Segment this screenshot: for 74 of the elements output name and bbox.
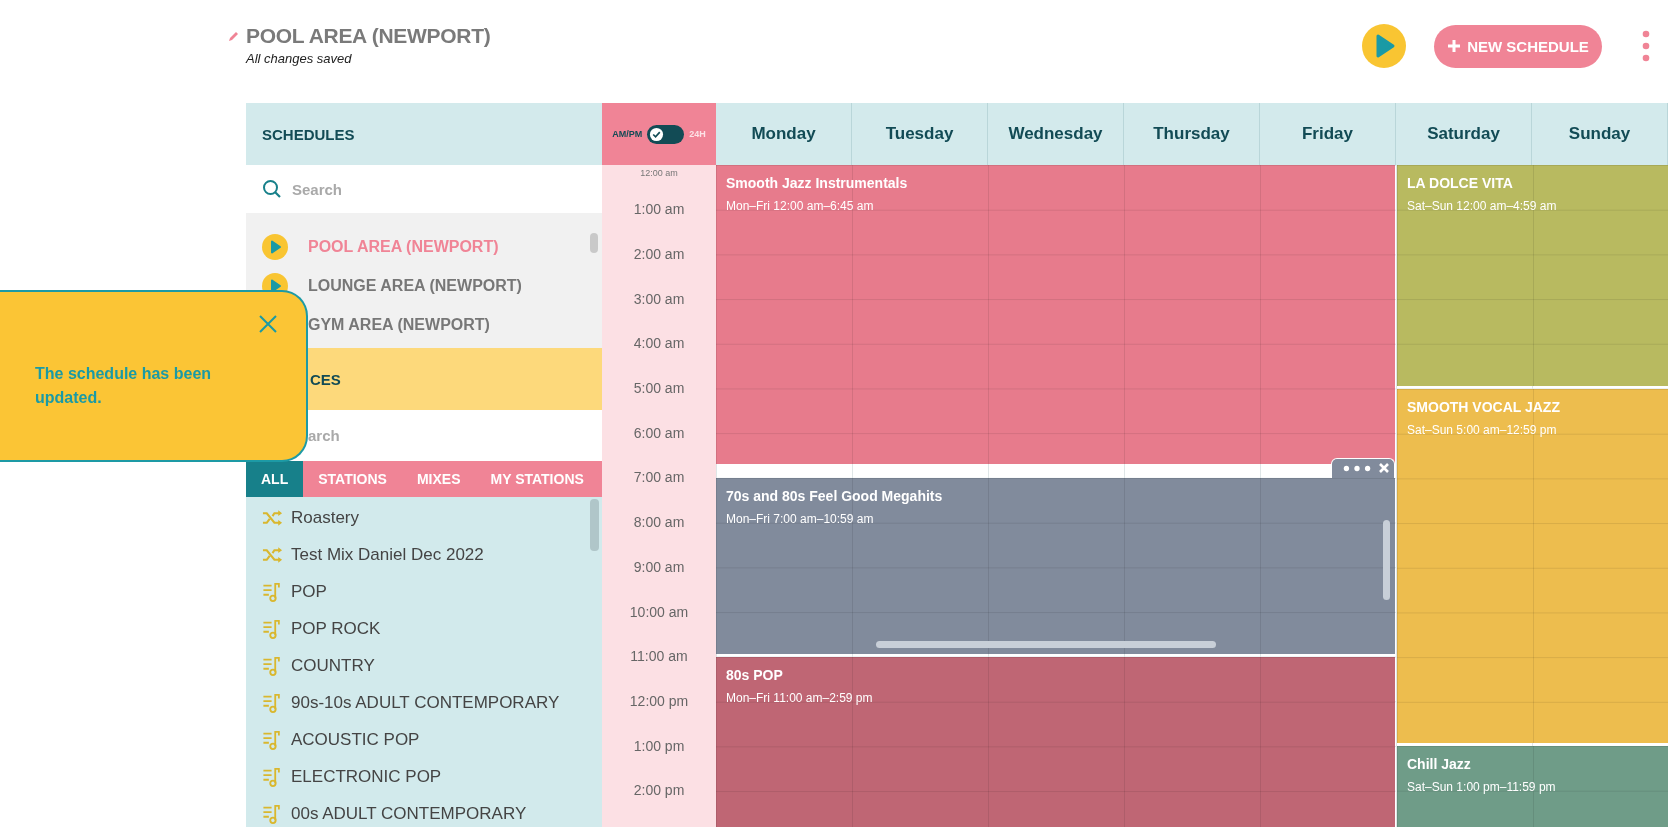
event-title: LA DOLCE VITA — [1407, 175, 1514, 191]
playlist-icon — [262, 581, 283, 602]
playlist-icon — [262, 803, 283, 824]
time-format-toggle[interactable] — [647, 124, 685, 144]
time-label: 11:00 am — [630, 648, 688, 665]
scrollbar[interactable] — [590, 499, 599, 551]
am-pm-label: AM/PM — [612, 129, 643, 139]
event-time: Sat–Sun 5:00 am–12:59 pm — [1407, 422, 1558, 437]
sources-heading: CES — [310, 370, 341, 388]
playlist-icon — [262, 655, 283, 676]
play-icon[interactable] — [1362, 24, 1406, 68]
plus-icon — [1447, 39, 1462, 53]
search-icon — [262, 179, 282, 199]
playlist-icon — [262, 692, 283, 713]
time-label: 2:00 pm — [633, 782, 685, 799]
source-item[interactable]: 90s-10s ADULT CONTEMPORARY — [246, 684, 602, 721]
time-label: 7:00 am — [633, 469, 685, 486]
source-item[interactable]: 00s ADULT CONTEMPORARY — [246, 795, 602, 827]
schedule-event[interactable]: Chill Jazz Sat–Sun 1:00 pm–11:59 pm — [1397, 746, 1668, 827]
event-title: SMOOTH VOCAL JAZZ — [1407, 398, 1561, 415]
schedule-event[interactable]: LA DOLCE VITA Sat–Sun 12:00 am–4:59 am — [1397, 165, 1668, 386]
source-item[interactable]: ACOUSTIC POP — [246, 721, 602, 758]
more-icon[interactable] — [1342, 463, 1372, 473]
schedule-event[interactable]: Smooth Jazz Instrumentals Mon–Fri 12:00 am–6:45 am — [716, 165, 1395, 464]
scrollbar[interactable] — [590, 233, 598, 253]
time-label: 3:00 am — [633, 290, 685, 307]
schedule-item[interactable]: POOL AREA (NEWPORT) — [246, 227, 602, 266]
time-label: 12:00 am — [640, 168, 678, 178]
24h-label: 24H — [689, 129, 706, 139]
schedule-title: POOL AREA (NEWPORT) — [246, 24, 491, 48]
event-title: Smooth Jazz Instrumentals — [726, 175, 909, 191]
time-label: 10:00 am — [629, 603, 689, 620]
time-label: 4:00 am — [633, 335, 685, 352]
time-label: 2:00 am — [633, 246, 685, 263]
source-tab[interactable]: ALL — [246, 461, 304, 497]
source-item[interactable]: ELECTRONIC POP — [246, 758, 602, 795]
schedule-event[interactable]: 80s POP Mon–Fri 11:00 am–2:59 pm — [716, 656, 1395, 827]
toast-message: The schedule has been updated. — [35, 364, 213, 408]
source-item[interactable]: Roastery — [246, 499, 602, 536]
event-time: Mon–Fri 7:00 am–10:59 am — [726, 511, 875, 526]
event-time: Sat–Sun 12:00 am–4:59 am — [1407, 199, 1558, 213]
time-label: 8:00 am — [633, 514, 685, 531]
schedule-search-field[interactable]: Search — [290, 179, 494, 199]
scrollbar[interactable] — [1383, 519, 1390, 600]
playlist-icon — [262, 618, 283, 639]
play-icon[interactable] — [262, 233, 288, 260]
check-icon — [649, 126, 665, 142]
new-schedule-button[interactable]: NEW SCHEDULE — [1434, 24, 1602, 68]
more-menu-icon[interactable] — [1642, 30, 1650, 62]
time-label: 5:00 am — [633, 380, 685, 397]
event-time: Mon–Fri 12:00 am–6:45 am — [726, 199, 875, 213]
time-label: 9:00 am — [633, 558, 685, 575]
time-label: 6:00 am — [633, 424, 685, 441]
pencil-icon[interactable] — [228, 30, 240, 42]
source-item[interactable]: POP ROCK — [246, 610, 602, 647]
source-item[interactable]: Test Mix Daniel Dec 2022 — [246, 536, 602, 573]
time-label: 1:00 am — [633, 201, 685, 218]
playlist-icon — [262, 766, 283, 787]
event-time: Sat–Sun 1:00 pm–11:59 pm — [1407, 780, 1557, 795]
close-icon[interactable] — [258, 314, 278, 334]
schedule-event[interactable]: 70s and 80s Feel Good Megahits Mon–Fri 7:00 am–10:59 am — [716, 477, 1395, 654]
event-title: 80s POP — [726, 666, 784, 683]
event-title: 70s and 80s Feel Good Megahits — [726, 487, 944, 504]
event-time: Mon–Fri 11:00 am–2:59 pm — [726, 690, 874, 705]
scrollbar[interactable] — [876, 640, 1216, 648]
event-title: Chill Jazz — [1407, 756, 1472, 773]
playlist-icon — [262, 729, 283, 750]
save-status: All changes saved — [246, 51, 353, 66]
schedules-heading: SCHEDULES — [262, 125, 355, 143]
time-label: 12:00 pm — [629, 692, 689, 709]
source-item[interactable]: COUNTRY — [246, 647, 602, 684]
source-search-field[interactable]: arch — [308, 427, 508, 444]
source-item[interactable]: POP — [246, 573, 602, 610]
time-label: 1:00 pm — [633, 737, 685, 754]
